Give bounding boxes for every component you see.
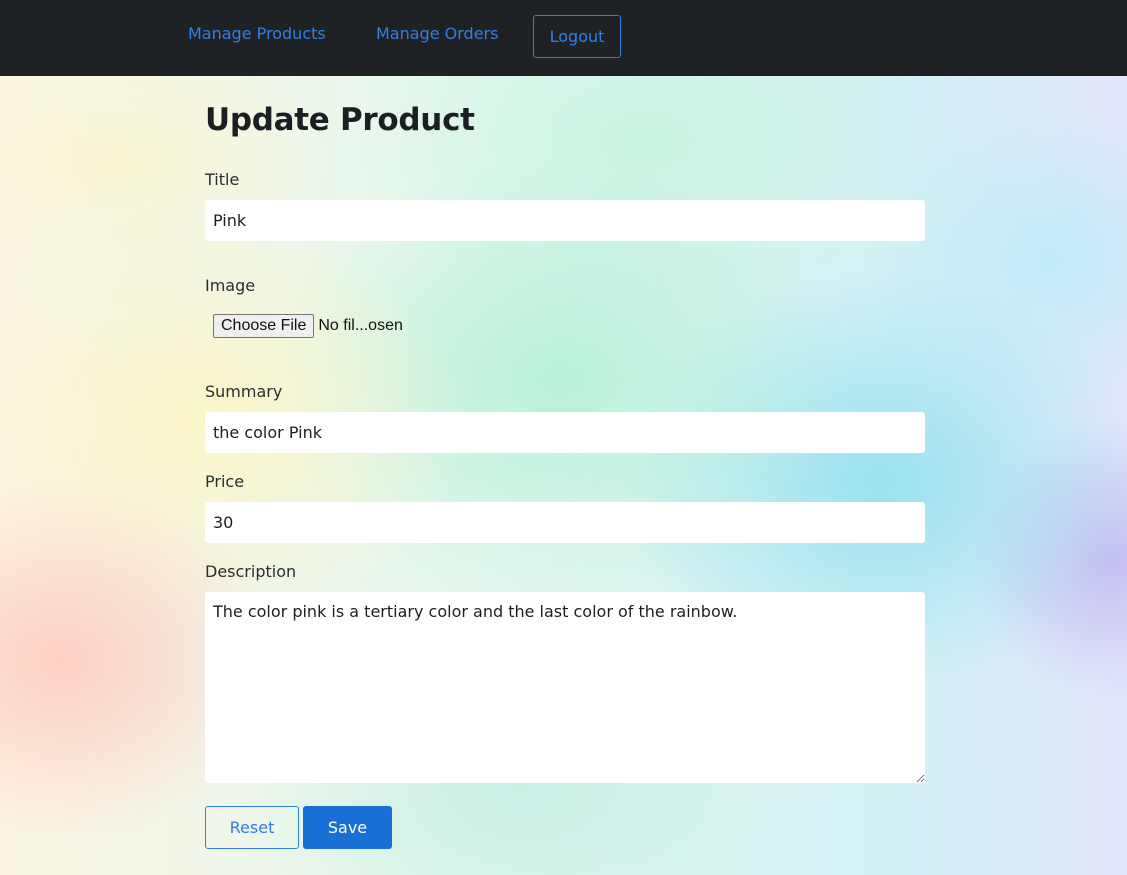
title-label: Title	[205, 170, 240, 189]
choose-file-button[interactable]: Choose File	[213, 314, 315, 338]
image-label: Image	[205, 276, 256, 295]
logout-button[interactable]: Logout	[533, 15, 621, 58]
nav-link-manage-products[interactable]: Manage Products	[188, 24, 326, 43]
page-title: Update Product	[205, 102, 475, 138]
summary-label: Summary	[205, 382, 283, 401]
price-input[interactable]	[205, 502, 925, 543]
top-navbar: Manage Products Manage Orders Logout	[0, 0, 1127, 76]
price-label: Price	[205, 472, 245, 491]
save-button[interactable]: Save	[303, 806, 392, 849]
file-status-text: No fil...osen	[318, 317, 403, 334]
reset-button[interactable]: Reset	[205, 806, 299, 849]
summary-input[interactable]	[205, 412, 925, 453]
description-textarea[interactable]: The color pink is a tertiary color and t…	[205, 592, 925, 783]
title-input[interactable]	[205, 200, 925, 241]
image-file-input[interactable]: Choose File No fil...osen	[213, 314, 403, 338]
description-label: Description	[205, 562, 297, 581]
nav-link-manage-orders[interactable]: Manage Orders	[376, 24, 498, 43]
